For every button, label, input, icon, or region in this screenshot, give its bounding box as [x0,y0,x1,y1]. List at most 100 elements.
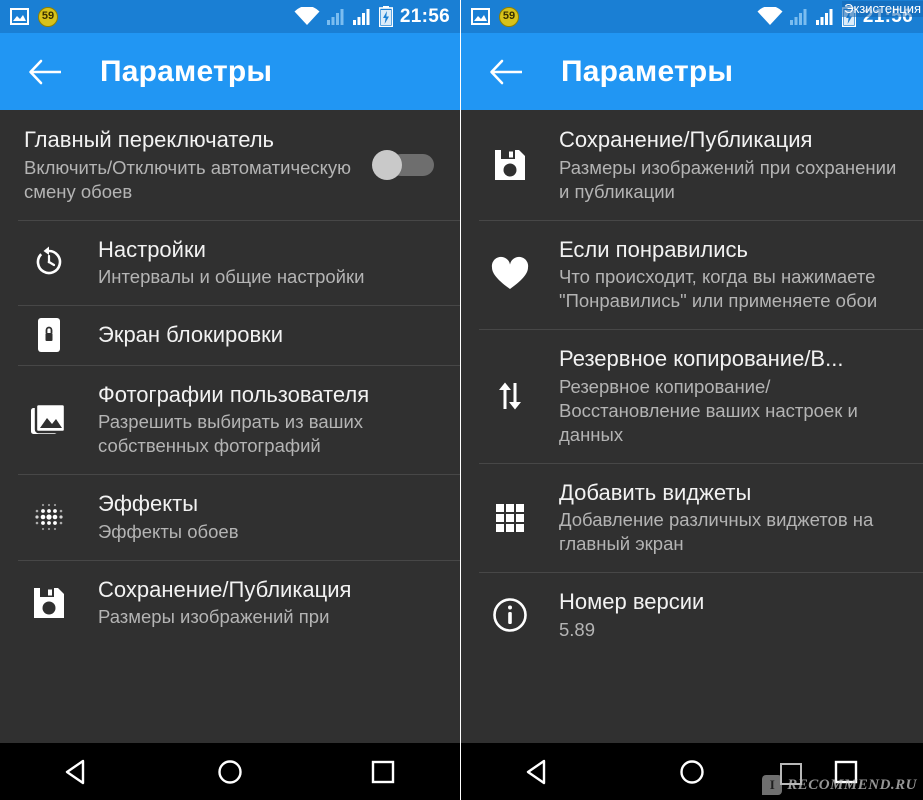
settings-list-right[interactable]: Сохранение/Публикация Размеры изображени… [461,110,923,743]
row-text-block: Номер версии 5.89 [559,572,909,658]
nav-back-triangle-icon[interactable] [50,752,104,792]
image-icon [10,8,29,25]
row-text-block: Настройки Интервалы и общие настройки [98,220,446,306]
back-arrow-icon[interactable] [28,57,62,87]
signal-bars-icon [815,8,835,25]
wifi-icon [294,7,320,26]
dual-screenshot-container: 59 21:56 Параметры Главный переключатель… [0,0,923,800]
row-text-block: Сохранение/Публикация Размеры изображени… [559,110,909,220]
row-icon-slot [461,147,559,183]
nav-home-circle-icon[interactable] [665,752,719,792]
image-icon [471,8,490,25]
row-text-block: Добавить виджеты Добавление различных ви… [559,463,909,573]
heart-icon [490,256,530,292]
row-icon-slot [0,316,98,354]
row-text-block: Резервное копирование/В... Резервное коп… [559,329,909,463]
page-title: Параметры [561,54,734,88]
app-bar-left: Параметры [0,33,460,110]
list-item-title: Если понравились [559,236,748,262]
recommend-logo-icon: I [762,775,783,795]
list-item-effects[interactable]: Эффекты Эффекты обоев [0,474,460,560]
master-toggle-switch[interactable] [372,149,434,180]
dot-grid-effects-icon [30,498,68,536]
list-item-backup-restore[interactable]: Резервное копирование/В... Резервное коп… [461,329,923,463]
lock-screen-icon [32,316,66,354]
row-text-block: Если понравились Что происходит, когда в… [559,220,909,330]
watermark-square-decoration [780,763,803,785]
wifi-icon [757,7,783,26]
row-text-block: Главный переключатель Включить/Отключить… [24,110,360,220]
row-text-block: Эффекты Эффекты обоев [98,474,446,560]
list-item-subtitle: Разрешить выбирать из ваших собственных … [98,411,364,457]
list-item-save-publish[interactable]: Сохранение/Публикация Размеры изображени… [461,110,923,220]
signal-bars-dim-icon [789,8,809,25]
notification-count-badge: 59 [499,6,519,27]
list-item-title: Добавить виджеты [559,479,752,505]
row-text-block: Фотографии пользователя Разрешить выбира… [98,365,446,475]
back-arrow-icon[interactable] [489,57,523,87]
list-item-subtitle: Что происходит, когда вы нажимаете "Понр… [559,266,878,312]
list-item-subtitle: 5.89 [559,618,596,640]
row-text-block: Сохранение/Публикация Размеры изображени… [98,560,446,646]
status-bar-clock: 21:56 [399,6,450,27]
list-item-title: Фотографии пользователя [98,381,370,407]
list-item-master-switch[interactable]: Главный переключатель Включить/Отключить… [0,110,460,220]
status-bar-right-icons: 21:56 [294,6,450,27]
save-floppy-icon [31,585,67,621]
timer-icon [30,243,68,281]
list-item-settings[interactable]: Настройки Интервалы и общие настройки [0,219,460,306]
row-icon-slot [461,596,559,634]
list-item-title: Главный переключатель [24,127,274,152]
right-phone-screen: 59 Экзистенция Параметры Сохранение/Публ… [461,0,923,800]
nav-recents-square-icon[interactable] [356,752,410,792]
status-bar-left-icons: 59 [10,6,58,27]
list-item-subtitle: Резервное копирование/ Восстановление ва… [559,375,858,445]
list-item-if-liked[interactable]: Если понравились Что происходит, когда в… [461,219,923,330]
row-icon-slot [0,585,98,621]
list-item-save-publish[interactable]: Сохранение/Публикация Размеры изображени… [0,559,460,646]
android-nav-bar-right[interactable]: I RECOMMEND.RU [461,743,923,800]
row-trailing-slot [360,149,446,180]
settings-list-left[interactable]: Главный переключатель Включить/Отключить… [0,110,460,743]
list-item-title: Сохранение/Публикация [559,127,813,152]
list-item-subtitle: Эффекты обоев [98,520,239,542]
app-bar-right: Параметры [461,33,923,110]
list-item-subtitle: Размеры изображений при [98,606,330,628]
row-text-block: Экран блокировки [98,305,446,365]
backup-restore-icon [493,377,527,415]
info-icon [491,596,529,634]
list-item-title: Номер версии [559,589,705,615]
status-bar-left-icons: 59 [471,6,519,27]
list-item-add-widgets[interactable]: Добавить виджеты Добавление различных ви… [461,462,923,573]
list-item-subtitle: Интервалы и общие настройки [98,266,365,288]
list-item-subtitle: Добавление различных виджетов на главный… [559,509,874,555]
android-nav-bar-left[interactable] [0,743,460,800]
save-floppy-icon [492,147,528,183]
row-icon-slot [0,400,98,438]
row-icon-slot [0,498,98,536]
watermark-top-label: Экзистенция [842,1,923,18]
battery-charging-icon [378,6,393,27]
list-item-title: Экран блокировки [98,322,284,348]
status-bar-left: 59 21:56 [0,0,460,33]
list-item-title: Резервное копирование/В... [559,346,844,372]
row-icon-slot [461,256,559,292]
signal-bars-dim-icon [326,8,346,25]
status-bar-right: 59 Экзистенция [461,0,923,33]
list-item-version-number[interactable]: Номер версии 5.89 [461,572,923,658]
row-icon-slot [0,243,98,281]
widget-grid-icon [492,500,528,536]
list-item-subtitle: Включить/Отключить автоматическую смену … [24,156,352,202]
list-item-title: Настройки [98,236,206,262]
list-item-subtitle: Размеры изображений при сохранении и пуб… [559,156,897,202]
watermark-text: RECOMMEND.RU [787,776,917,793]
list-item-title: Эффекты [98,491,199,517]
row-icon-slot [461,500,559,536]
list-item-lock-screen[interactable]: Экран блокировки [0,305,460,365]
list-item-title: Сохранение/Публикация [98,576,352,602]
list-item-user-photos[interactable]: Фотографии пользователя Разрешить выбира… [0,364,460,475]
watermark-recommend-ru: I RECOMMEND.RU [762,763,917,795]
nav-back-triangle-icon[interactable] [511,752,565,792]
signal-bars-icon [352,8,372,25]
nav-home-circle-icon[interactable] [203,752,257,792]
